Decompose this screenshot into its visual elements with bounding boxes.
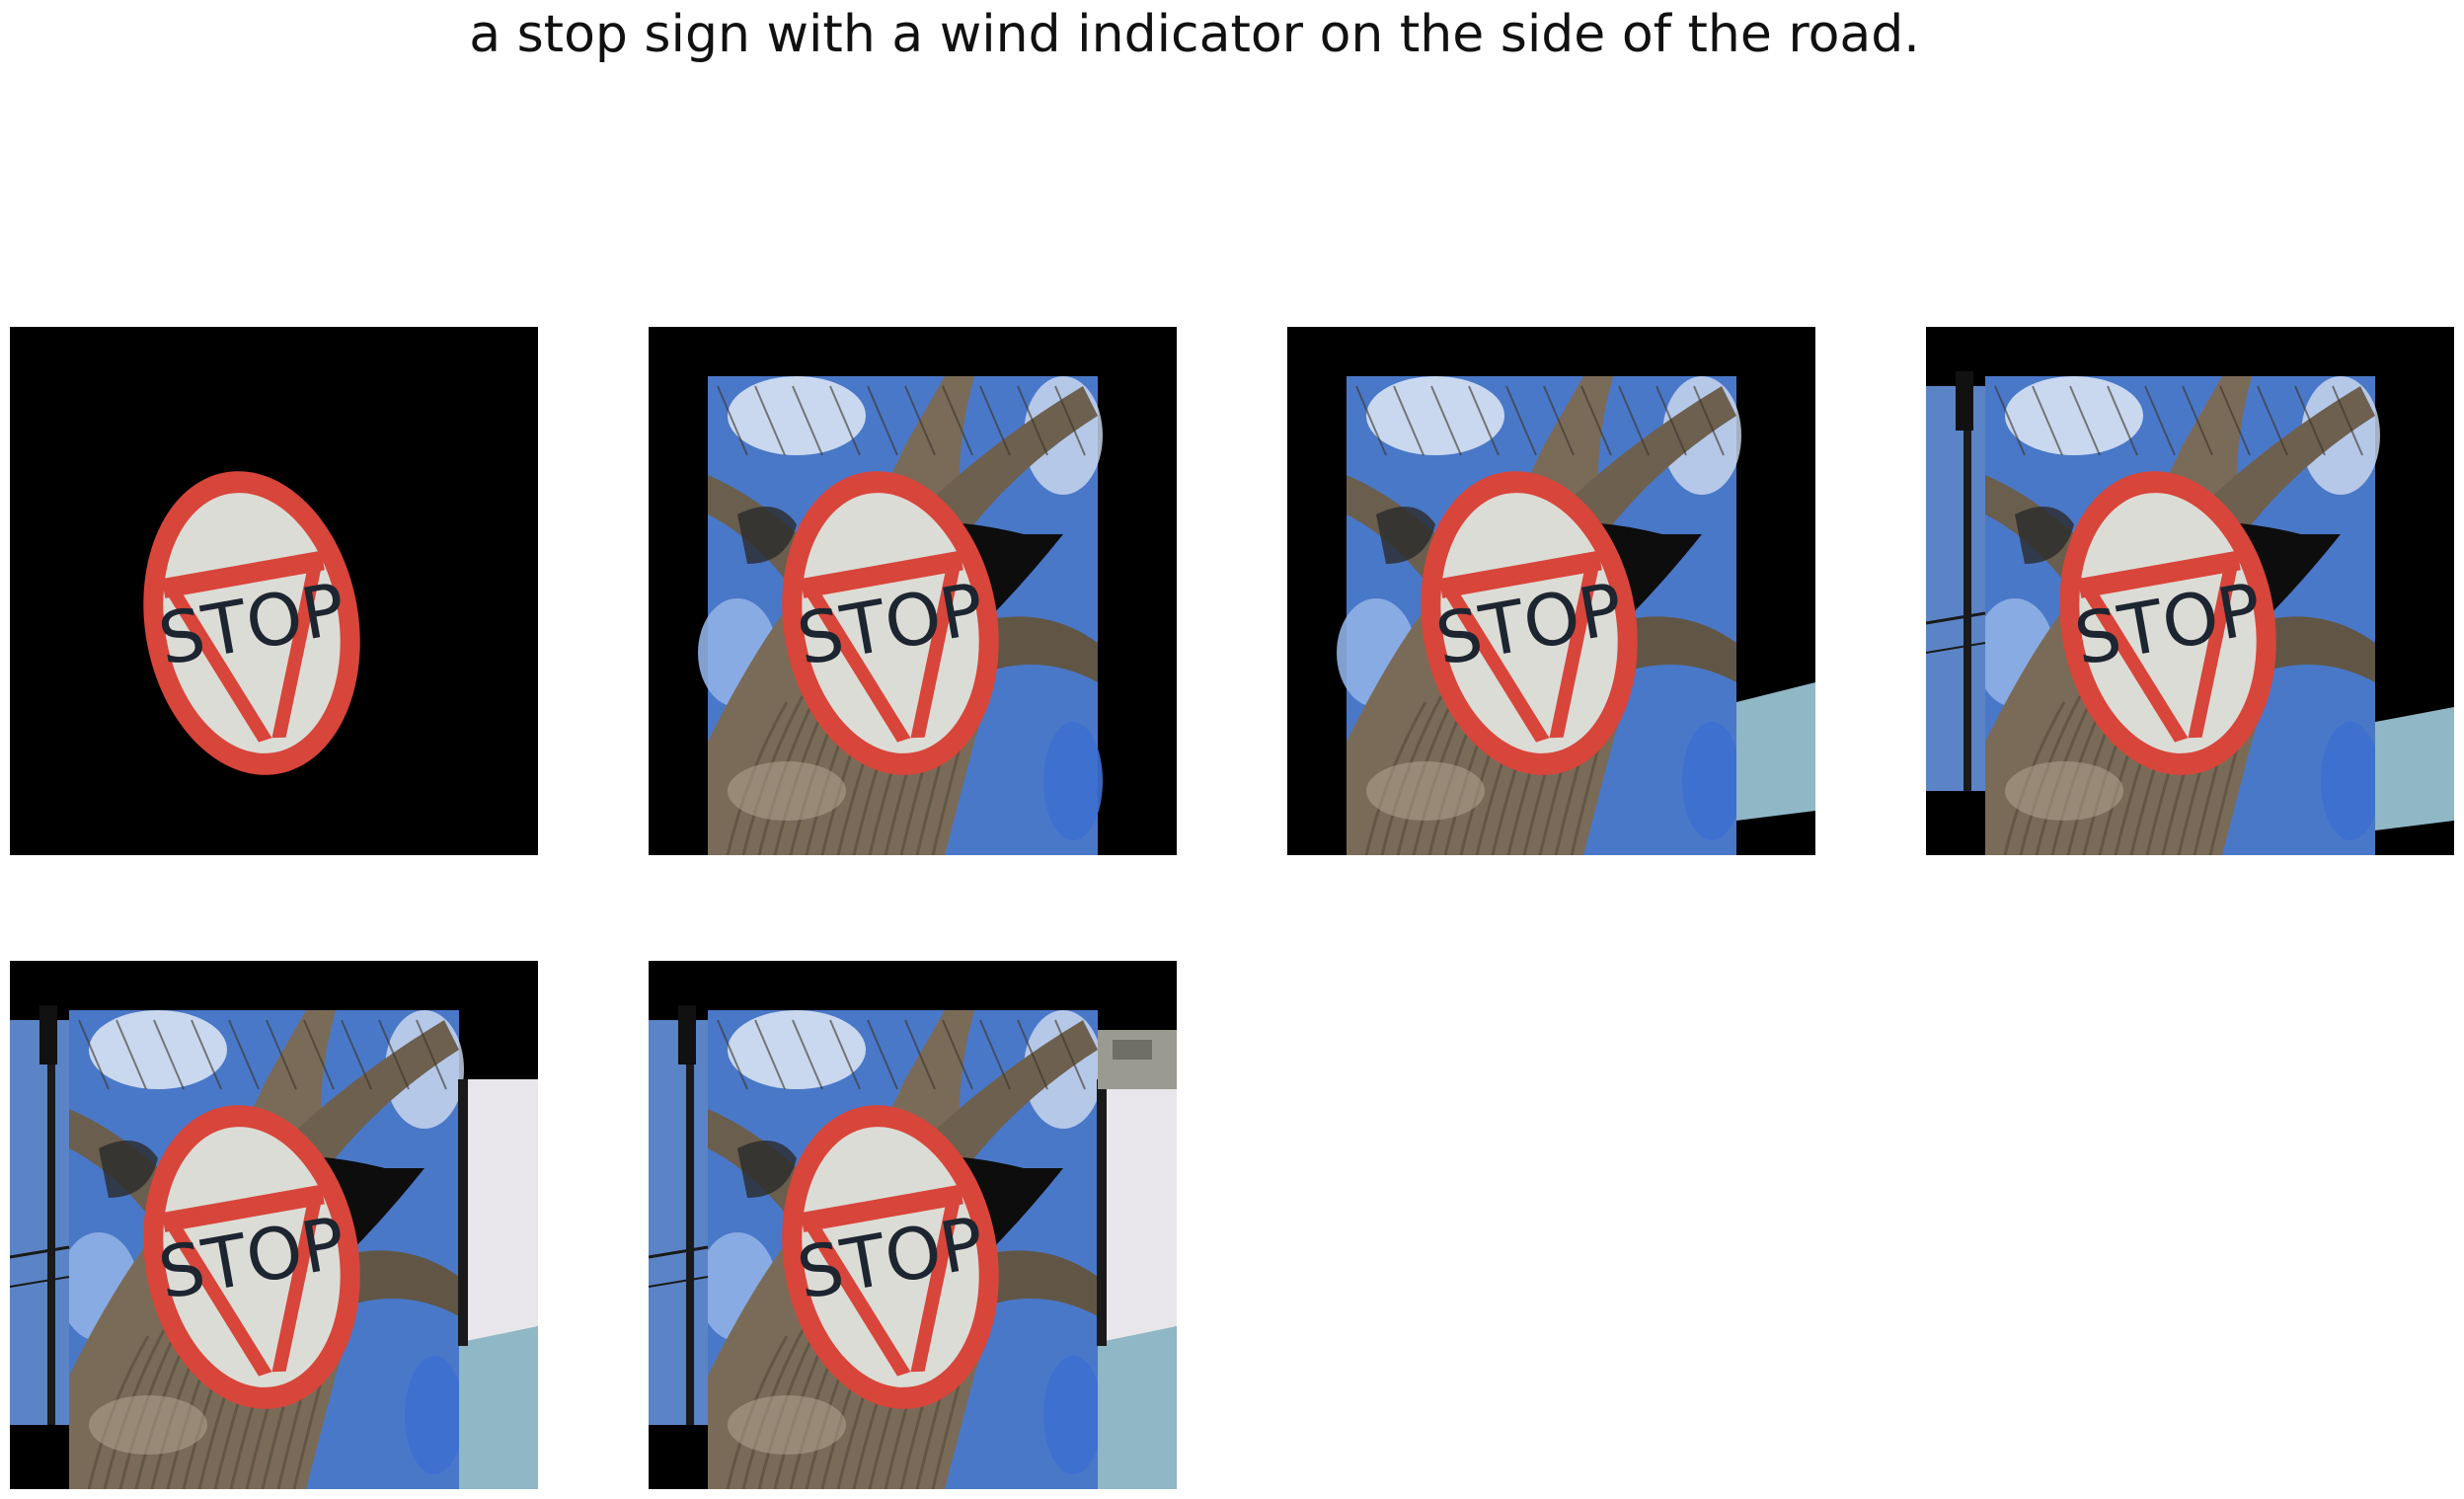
water-patch xyxy=(1098,1326,1177,1489)
utility-pole-region xyxy=(1926,371,1986,791)
panel-6: STOP xyxy=(649,961,1177,1489)
panel-image: STOP xyxy=(10,327,538,855)
panel-image: STOP xyxy=(1926,327,2454,855)
panel-image: STOP xyxy=(1287,327,1815,855)
panel-image: STOP xyxy=(649,327,1177,855)
utility-pole-region xyxy=(10,1005,70,1425)
white-wall-region xyxy=(458,1079,538,1346)
water-patch xyxy=(1736,682,1815,821)
water-patch xyxy=(2375,707,2454,830)
panel-4: STOP xyxy=(1926,327,2454,855)
panel-2: STOP xyxy=(649,327,1177,855)
water-patch xyxy=(459,1326,538,1489)
white-wall-region xyxy=(1097,1079,1177,1346)
panel-3: STOP xyxy=(1287,327,1815,855)
rock-shadow xyxy=(1113,1040,1152,1060)
utility-pole-region xyxy=(649,1005,709,1425)
panel-1: STOP xyxy=(10,327,538,855)
panel-image: STOP xyxy=(10,961,538,1489)
panel-image: STOP xyxy=(649,961,1177,1489)
figure-caption: a stop sign with a wind indicator on the… xyxy=(469,5,1920,64)
panel-5: STOP xyxy=(10,961,538,1489)
